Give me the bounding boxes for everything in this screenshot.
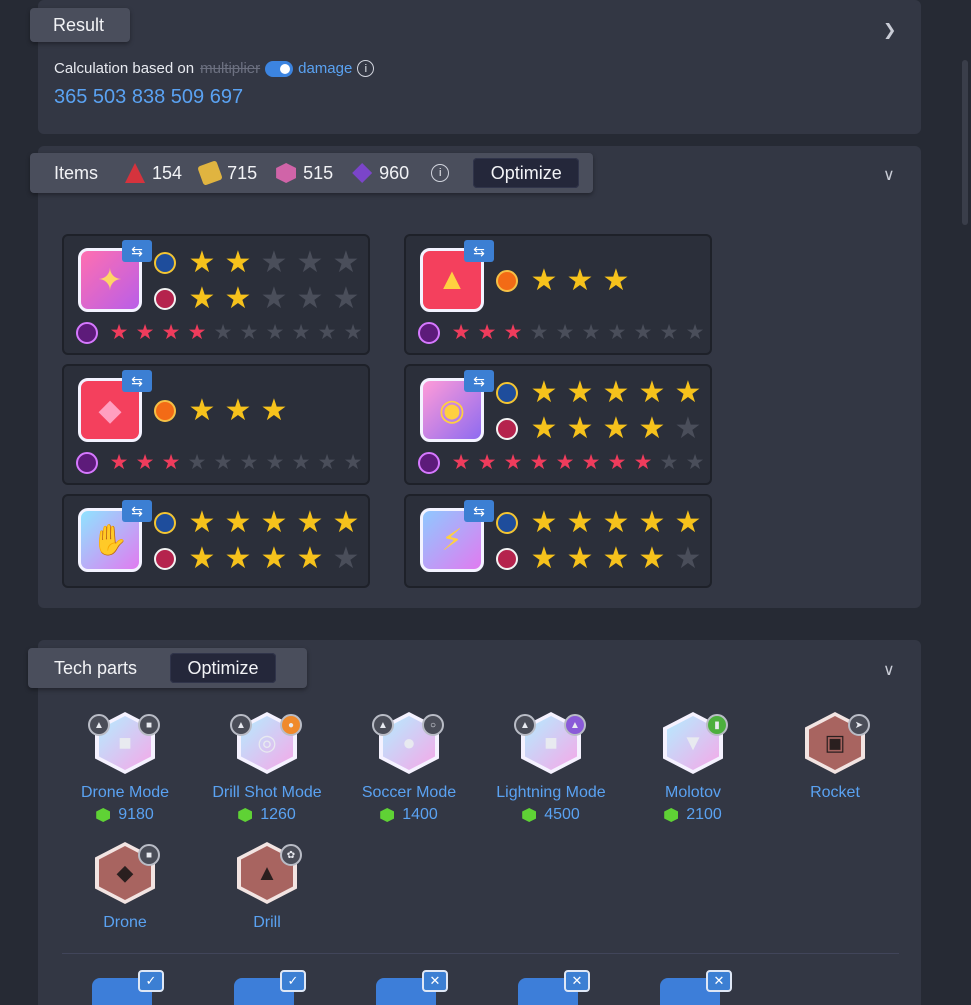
items-tab[interactable]: Items 154 715 515 960 i Optimize (30, 153, 593, 193)
calc-prefix: Calculation based on (54, 60, 195, 77)
tech-parts-tab-label: Tech parts (54, 657, 138, 678)
divider (62, 953, 899, 954)
toggle-knob (280, 63, 291, 74)
tech-rarity-icon: ▲ (88, 714, 110, 736)
tech-part-name: Drone Mode (80, 784, 170, 801)
resource-gold-count: 715 (227, 162, 258, 183)
item-card-mech-helmet[interactable]: ▲ ⇆ ★ ★ ★ ★ ★ ★ ★ ★ ★ ★ ★ ★ ★ (404, 234, 712, 355)
item-card-gem-belt[interactable]: ◉ ⇆ ★ ★ ★ ★ ★ ★ ★ ★ ★ ★ ★ ★ ★ ★ ★ ★ ★ ★ ★ ★ (404, 364, 712, 485)
blue-stat-badge (496, 382, 518, 404)
tech-part-name: Molotov (664, 784, 722, 801)
swap-icon[interactable]: ⇆ (122, 500, 152, 522)
swap-icon[interactable]: ⇆ (122, 240, 152, 262)
resource-red-count: 154 (152, 162, 183, 183)
gem-icon (522, 808, 537, 822)
tech-part-cost: 9180 (118, 806, 154, 823)
calc-basis-row: Calculation based on multiplier damage i (54, 60, 375, 77)
close-icon[interactable]: ✕ (706, 970, 732, 992)
gold-scroll-icon (197, 160, 223, 186)
multiplier-option[interactable]: multiplier (200, 60, 260, 77)
item-card-magic-staff[interactable]: ✦ ⇆ ★ ★ ★ ★ ★ ★ ★ ★ ★ ★ ★ ★ ★ ★ ★ ★ ★ ★ ★ ★ (62, 234, 370, 355)
purple-stat-badge (76, 452, 98, 474)
gem-icon (664, 808, 679, 822)
tech-part-cost: 2100 (686, 806, 722, 823)
purple-crystal-icon (352, 163, 373, 183)
damage-option[interactable]: damage (298, 60, 352, 77)
chevron-right-icon[interactable]: ❯ (883, 20, 896, 40)
item-card-power-glove[interactable]: ✋ ⇆ ★ ★ ★ ★ ★ ★ ★ ★ ★ ★ (62, 494, 370, 588)
swap-icon[interactable]: ⇆ (464, 370, 494, 392)
tech-part-name: Drill Shot Mode (212, 784, 322, 801)
red-stat-badge (154, 288, 176, 310)
check-icon[interactable]: ✓ (280, 970, 306, 992)
tech-part-drill-shot-mode[interactable]: ◎ ▲ ● Drill Shot Mode 1260 (196, 712, 338, 824)
tech-part-name: Rocket (810, 784, 860, 801)
blue-stat-badge (154, 512, 176, 534)
resource-pink-count: 515 (303, 162, 334, 183)
info-icon[interactable]: i (357, 60, 375, 77)
tech-part-lightning-mode[interactable]: ■ ▲ ▲ Lightning Mode 4500 (480, 712, 622, 824)
orange-stat-badge (496, 270, 518, 292)
tech-rarity-icon: ▲ (514, 714, 536, 736)
check-icon[interactable]: ✓ (138, 970, 164, 992)
gem-icon (238, 808, 253, 822)
drone-icon: ■ (138, 844, 160, 866)
tech-part-name: Drone (103, 914, 147, 931)
red-stat-badge (154, 548, 176, 570)
soccer-ball-icon: ○ (422, 714, 444, 736)
chevron-down-icon[interactable]: ∨ (883, 165, 895, 185)
result-value: 365 503 838 509 697 (54, 86, 244, 108)
gem-icon (380, 808, 395, 822)
purple-stat-badge (418, 322, 440, 344)
tech-part-rocket[interactable]: ▣ ➤ Rocket (764, 712, 906, 802)
result-tab-label: Result (53, 14, 105, 35)
swap-icon[interactable]: ⇆ (122, 370, 152, 392)
blue-stat-badge (496, 512, 518, 534)
tech-part-drill[interactable]: ▲ ✿ Drill (196, 842, 338, 932)
gem-icon (96, 808, 111, 822)
items-optimize-button[interactable]: Optimize (473, 158, 580, 188)
tech-part-cost: 1260 (260, 806, 296, 823)
tech-part-molotov[interactable]: ▼ ▮ Molotov 2100 (622, 712, 764, 824)
swap-icon[interactable]: ⇆ (464, 500, 494, 522)
tech-part-name: Drill (253, 914, 281, 931)
tech-part-soccer-mode[interactable]: ● ▲ ○ Soccer Mode 1400 (338, 712, 480, 824)
tech-part-drone[interactable]: ◆ ■ Drone (54, 842, 196, 932)
tech-part-cost: 4500 (544, 806, 580, 823)
tech-part-name: Soccer Mode (361, 784, 457, 801)
tech-slot-icon: ▲ (564, 714, 586, 736)
close-icon[interactable]: ✕ (422, 970, 448, 992)
info-icon[interactable]: i (431, 164, 450, 182)
tech-parts-tab[interactable]: Tech parts Optimize (28, 648, 307, 688)
tech-optimize-button[interactable]: Optimize (170, 653, 277, 683)
purple-stat-badge (76, 322, 98, 344)
pink-cube-icon (276, 163, 297, 183)
item-card-chain-shield[interactable]: ◆ ⇆ ★ ★ ★ ★ ★ ★ ★ ★ ★ ★ ★ ★ ★ (62, 364, 370, 485)
tech-slot-icon: ● (280, 714, 302, 736)
red-stat-badge (496, 548, 518, 570)
purple-stat-badge (418, 452, 440, 474)
blue-stat-badge (154, 252, 176, 274)
swap-icon[interactable]: ⇆ (464, 240, 494, 262)
tech-part-cost: 1400 (402, 806, 438, 823)
chevron-down-icon[interactable]: ∨ (883, 660, 895, 680)
result-tab[interactable]: Result (30, 8, 130, 42)
tech-part-name: Lightning Mode (496, 784, 606, 801)
items-tab-label: Items (54, 162, 99, 183)
close-icon[interactable]: ✕ (564, 970, 590, 992)
molotov-bottle-icon: ▮ (706, 714, 728, 736)
tech-rarity-icon: ▲ (230, 714, 252, 736)
drill-icon: ✿ (280, 844, 302, 866)
tech-part-drone-mode[interactable]: ■ ▲ ■ Drone Mode 9180 (54, 712, 196, 824)
calc-mode-toggle[interactable] (265, 60, 294, 77)
item-card-speed-boot[interactable]: ⚡ ⇆ ★ ★ ★ ★ ★ ★ ★ ★ ★ ★ (404, 494, 712, 588)
scrollbar-thumb[interactable] (962, 60, 968, 225)
red-shard-icon (125, 163, 146, 183)
resource-purple-count: 960 (379, 162, 410, 183)
tech-rarity-icon: ▲ (372, 714, 394, 736)
orange-stat-badge (154, 400, 176, 422)
red-stat-badge (496, 418, 518, 440)
tech-slot-icon: ■ (138, 714, 160, 736)
rocket-icon: ➤ (848, 714, 870, 736)
